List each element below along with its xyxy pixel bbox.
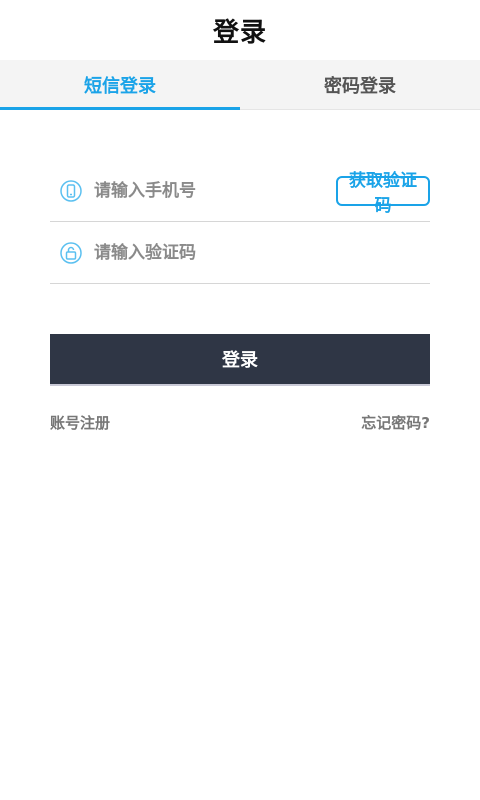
- tab-password-login[interactable]: 密码登录: [240, 60, 480, 109]
- get-code-button[interactable]: 获取验证码: [336, 171, 430, 216]
- app-header: 登录: [0, 0, 480, 60]
- login-button[interactable]: 登录: [50, 334, 430, 384]
- forgot-password-link[interactable]: 忘记密码?: [361, 412, 430, 433]
- login-page: 登录 短信登录 密码登录 获取验证码: [0, 0, 480, 800]
- tab-sms-login[interactable]: 短信登录: [0, 60, 240, 110]
- login-form: 获取验证码: [0, 160, 480, 284]
- footer-links: 账号注册 忘记密码?: [50, 412, 430, 433]
- phone-icon: [60, 179, 82, 202]
- phone-input[interactable]: [94, 180, 336, 201]
- phone-row: 获取验证码: [50, 160, 430, 222]
- register-link[interactable]: 账号注册: [50, 412, 110, 433]
- lock-icon: [60, 241, 82, 264]
- code-input[interactable]: [94, 242, 430, 263]
- login-tabs: 短信登录 密码登录: [0, 60, 480, 110]
- code-row: [50, 222, 430, 284]
- page-title: 登录: [212, 17, 267, 48]
